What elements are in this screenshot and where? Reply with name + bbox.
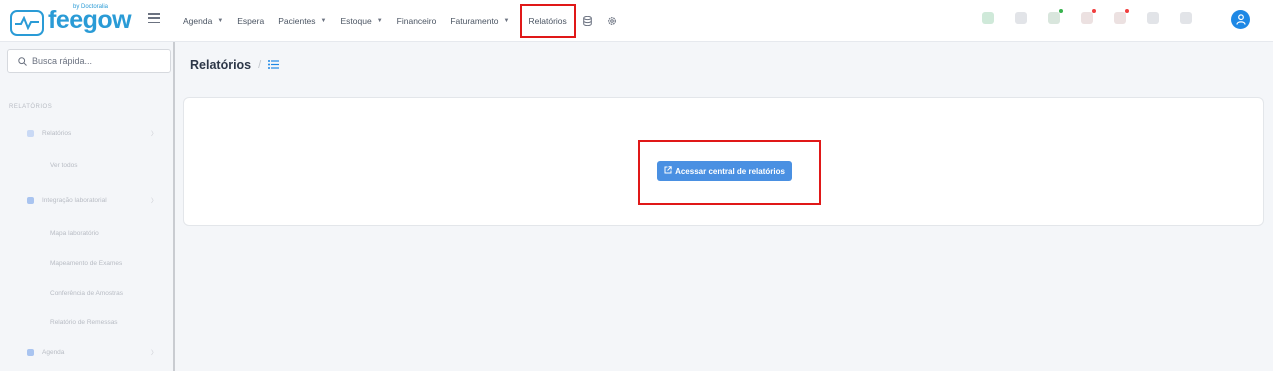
lab-icon <box>27 197 34 204</box>
caret-down-icon: ▼ <box>320 18 327 24</box>
notification-dot <box>1092 9 1096 13</box>
main-nav: Agenda ▼ Espera Pacientes ▼ Estoque ▼ Finan… <box>183 0 631 42</box>
bell-icon[interactable] <box>1081 9 1096 24</box>
nav-pacientes[interactable]: Pacientes ▼ <box>278 16 326 26</box>
notification-dot <box>1125 9 1129 13</box>
feegow-logo[interactable]: feegow by Doctoralia <box>10 4 132 37</box>
button-label: Acessar central de relatórios <box>675 166 785 176</box>
external-link-icon <box>664 166 672 176</box>
chevron-icon: 〉 <box>150 199 157 205</box>
nav-estoque-label: Estoque <box>340 16 372 26</box>
sidebar-item-label: Relatórios <box>42 130 72 137</box>
nav-faturamento[interactable]: Faturamento ▼ <box>450 16 509 26</box>
menu-toggle-icon[interactable] <box>148 13 160 23</box>
sidebar-item-relatorios[interactable]: Relatórios 〉 <box>27 130 167 138</box>
sidebar: RELATÓRIOS Relatórios 〉 Ver todos Integr… <box>0 42 175 371</box>
nav-estoque[interactable]: Estoque ▼ <box>341 16 383 26</box>
sidebar-item-ver-todos[interactable]: Ver todos <box>50 162 77 169</box>
whatsapp-icon[interactable] <box>982 12 994 24</box>
search-icon <box>18 56 27 66</box>
caret-down-icon: ▼ <box>217 18 224 24</box>
quick-search[interactable] <box>7 49 171 73</box>
sidebar-item-label: Mapa laboratório <box>50 230 99 237</box>
heartbeat-icon <box>10 9 44 36</box>
sidebar-section-title: RELATÓRIOS <box>9 104 53 110</box>
gear-icon[interactable] <box>607 16 617 26</box>
sidebar-item-remessas[interactable]: Relatório de Remessas <box>50 319 118 326</box>
caret-down-icon: ▼ <box>503 18 510 24</box>
user-avatar-icon[interactable] <box>1231 10 1250 29</box>
sidebar-item-conferencia[interactable]: Conferência de Amostras <box>50 290 123 297</box>
breadcrumb-separator: / <box>258 59 262 71</box>
message-icon[interactable] <box>1114 9 1129 24</box>
grid-icon[interactable] <box>1180 12 1192 24</box>
nav-relatorios[interactable]: Relatórios <box>519 4 576 38</box>
nav-espera-label: Espera <box>237 16 265 26</box>
chevron-icon: 〉 <box>150 351 157 357</box>
report-icon <box>27 130 34 137</box>
nav-relatorios-label: Relatórios <box>528 16 567 26</box>
nav-faturamento-label: Faturamento <box>450 16 499 26</box>
caret-down-icon: ▼ <box>376 18 383 24</box>
top-bar: feegow by Doctoralia Agenda ▼ Espera Paci… <box>0 0 1273 42</box>
sidebar-item-label: Conferência de Amostras <box>50 290 123 297</box>
nav-financeiro[interactable]: Financeiro <box>397 16 437 26</box>
nav-financeiro-label: Financeiro <box>396 16 437 26</box>
nav-espera[interactable]: Espera <box>237 16 264 26</box>
sidebar-item-label: Mapeamento de Exames <box>50 260 123 267</box>
nav-agenda-label: Agenda <box>183 16 213 26</box>
notification-dot <box>1059 9 1063 13</box>
page-title: Relatórios <box>190 58 252 72</box>
open-reports-center-button[interactable]: Acessar central de relatórios <box>657 161 792 181</box>
sidebar-item-mapa[interactable]: Mapa laboratório <box>50 230 99 237</box>
sidebar-item-label: Relatório de Remessas <box>50 319 118 326</box>
calendar-icon <box>27 349 34 356</box>
brand-subtitle: by Doctoralia <box>73 4 109 10</box>
calendar-icon[interactable] <box>1147 12 1159 24</box>
sidebar-item-integracao[interactable]: Integração laboratorial 〉 <box>27 197 167 205</box>
tag-icon[interactable] <box>1015 12 1027 24</box>
chevron-icon: 〉 <box>150 132 157 138</box>
sidebar-item-agenda[interactable]: Agenda 〉 <box>27 349 167 357</box>
database-icon[interactable] <box>582 15 593 27</box>
sidebar-item-label: Ver todos <box>50 162 78 169</box>
list-icon[interactable] <box>268 58 280 72</box>
brand-name: feegow <box>48 6 132 34</box>
breadcrumb: Relatórios / <box>190 58 280 72</box>
sidebar-item-mapeamento[interactable]: Mapeamento de Exames <box>50 260 122 267</box>
sidebar-item-label: Integração laboratorial <box>42 197 107 204</box>
nav-pacientes-label: Pacientes <box>278 16 316 26</box>
sidebar-item-label: Agenda <box>42 349 65 356</box>
top-icon-group <box>982 9 1213 24</box>
search-input[interactable] <box>32 56 162 66</box>
nav-agenda[interactable]: Agenda ▼ <box>183 16 223 26</box>
chat-icon[interactable] <box>1048 9 1063 24</box>
